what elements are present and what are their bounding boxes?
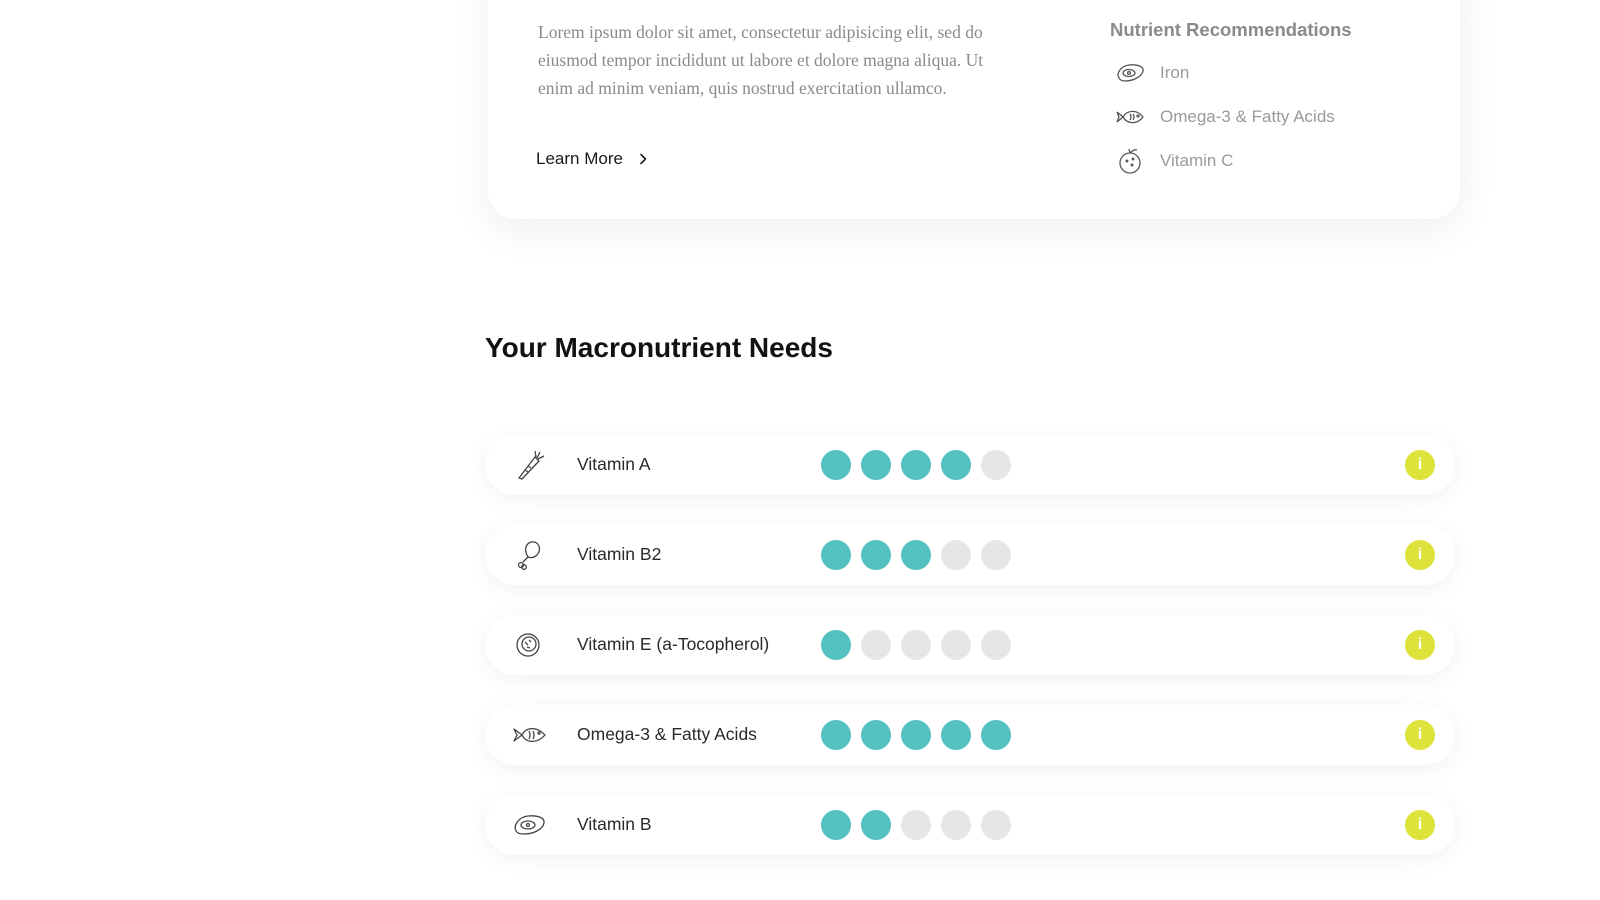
- recommendations-list: Iron Omega-3 & Fatty Acids Vitamin C: [1112, 58, 1335, 190]
- nutrient-name: Vitamin B2: [577, 544, 662, 564]
- level-indicator: [821, 540, 1011, 570]
- level-indicator: [821, 450, 1011, 480]
- info-button[interactable]: i: [1405, 630, 1435, 660]
- level-dot-empty: [941, 540, 971, 570]
- level-indicator: [821, 810, 1011, 840]
- level-dot-empty: [941, 630, 971, 660]
- chicken-leg-icon: [517, 541, 541, 570]
- level-indicator: [821, 720, 1011, 750]
- list-item: Omega-3 & Fatty Acids i: [485, 705, 1455, 765]
- level-dot-filled: [821, 450, 851, 480]
- level-dot-empty: [861, 630, 891, 660]
- level-dot-filled: [861, 720, 891, 750]
- recommendation-item-vitamin-c: Vitamin C: [1112, 146, 1335, 176]
- level-dot-filled: [821, 540, 851, 570]
- fish-icon: [513, 727, 546, 743]
- list-item: Vitamin A i: [485, 435, 1455, 495]
- level-dot-filled: [861, 450, 891, 480]
- intro-text: Lorem ipsum dolor sit amet, consectetur …: [538, 22, 984, 98]
- section-title: Your Macronutrient Needs: [485, 332, 833, 363]
- recommendation-label: Iron: [1160, 63, 1190, 82]
- recommendation-item-iron: Iron: [1112, 58, 1335, 88]
- recommendation-label: Vitamin C: [1160, 151, 1234, 170]
- info-button[interactable]: i: [1405, 720, 1435, 750]
- level-dot-filled: [981, 720, 1011, 750]
- info-button[interactable]: i: [1405, 450, 1435, 480]
- learn-more-label: Learn More: [536, 149, 623, 168]
- chevron-right-icon: [640, 153, 647, 165]
- recommendation-label: Omega-3 & Fatty Acids: [1160, 107, 1335, 126]
- recommendations-title: Nutrient Recommendations: [1110, 19, 1352, 40]
- level-dot-empty: [981, 810, 1011, 840]
- level-dot-filled: [901, 720, 931, 750]
- nut-icon: [516, 633, 540, 657]
- info-button[interactable]: i: [1405, 810, 1435, 840]
- level-dot-empty: [901, 810, 931, 840]
- steak-icon: [514, 815, 545, 835]
- level-dot-empty: [981, 630, 1011, 660]
- level-dot-filled: [821, 630, 851, 660]
- level-dot-filled: [901, 450, 931, 480]
- nutrient-info-card: Lorem ipsum dolor sit amet, consectetur …: [488, 0, 1460, 219]
- steak-icon: [1112, 58, 1148, 88]
- nutrient-name: Vitamin A: [577, 454, 651, 474]
- level-indicator: [821, 630, 1011, 660]
- level-dot-filled: [821, 720, 851, 750]
- learn-more-link[interactable]: Learn More: [536, 149, 649, 169]
- level-dot-filled: [821, 810, 851, 840]
- level-dot-filled: [901, 540, 931, 570]
- recommendation-item-omega3: Omega-3 & Fatty Acids: [1112, 102, 1335, 132]
- level-dot-empty: [901, 630, 931, 660]
- nutrient-name: Omega-3 & Fatty Acids: [577, 724, 757, 744]
- level-dot-empty: [941, 810, 971, 840]
- level-dot-empty: [981, 540, 1011, 570]
- fish-icon: [1112, 102, 1148, 132]
- nutrient-name: Vitamin E (a-Tocopherol): [577, 634, 770, 654]
- list-item: Vitamin E (a-Tocopherol) i: [485, 615, 1455, 675]
- level-dot-filled: [941, 720, 971, 750]
- level-dot-filled: [941, 450, 971, 480]
- macronutrient-list: Vitamin A i Vitamin B2 i Vitamin E (a-To…: [485, 435, 1455, 885]
- list-item: Vitamin B2 i: [485, 525, 1455, 585]
- list-item: Vitamin B i: [485, 795, 1455, 855]
- info-button[interactable]: i: [1405, 540, 1435, 570]
- nutrient-name: Vitamin B: [577, 814, 652, 834]
- level-dot-empty: [981, 450, 1011, 480]
- carrot-icon: [518, 450, 545, 480]
- level-dot-filled: [861, 540, 891, 570]
- level-dot-filled: [861, 810, 891, 840]
- orange-icon: [1112, 146, 1148, 176]
